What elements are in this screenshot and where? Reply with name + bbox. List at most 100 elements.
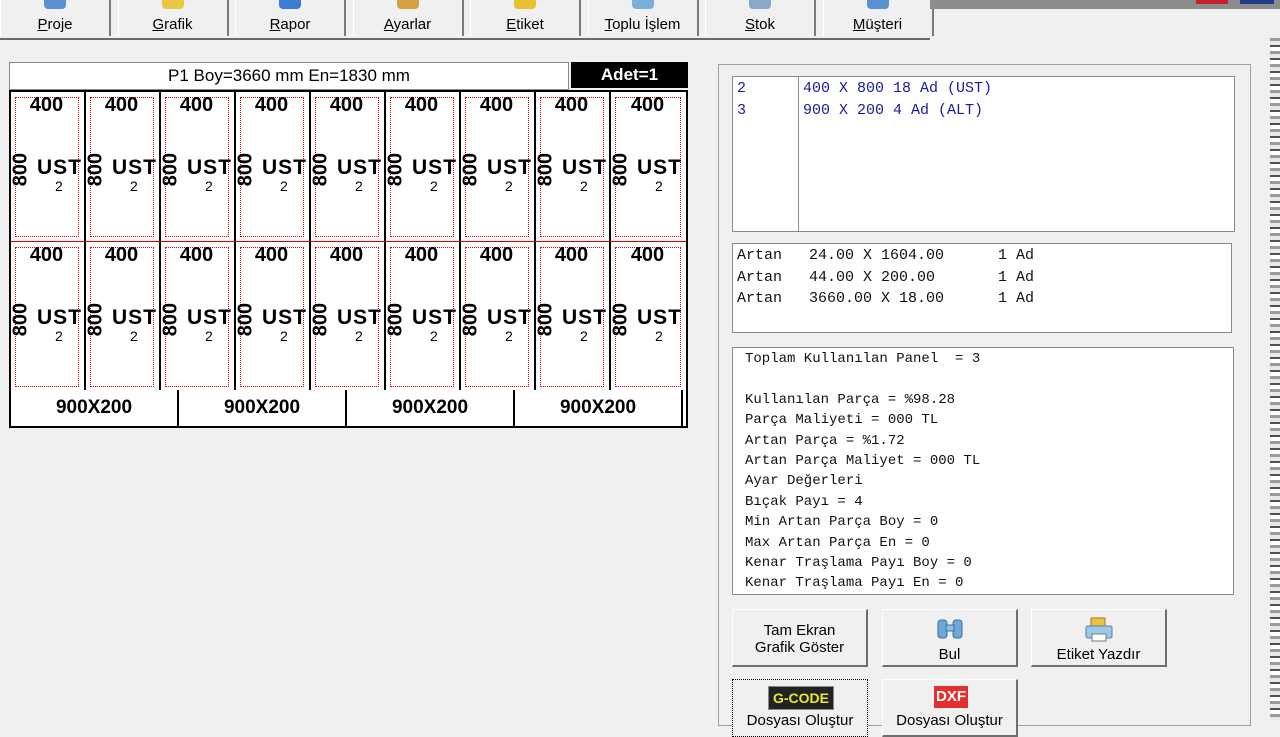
cutting-board[interactable]: 400 800 UST 2 400 800 UST 2 400 800 UST 2 400 800 UST 2… bbox=[9, 90, 688, 391]
part-height: 800 bbox=[459, 152, 482, 187]
print-label-button[interactable]: Etiket Yazdır bbox=[1031, 609, 1167, 667]
part-index: 2 bbox=[655, 328, 663, 344]
part-cell[interactable]: 400 800 UST 2 bbox=[609, 92, 686, 241]
panel-title: P1 Boy=3660 mm En=1830 mm bbox=[9, 62, 569, 90]
part-cell[interactable]: 400 800 UST 2 bbox=[459, 92, 536, 241]
summary-line: Ayar Değerleri bbox=[745, 473, 863, 490]
part-height: 800 bbox=[9, 152, 32, 187]
part-label: UST bbox=[487, 306, 532, 329]
part-index: 2 bbox=[130, 328, 138, 344]
part-cell[interactable]: 400 800 UST 2 bbox=[535, 92, 611, 241]
fullscreen-graphic-button[interactable]: Tam Ekran Grafik Göster bbox=[732, 609, 868, 667]
gcode-icon: G-CODE bbox=[768, 686, 834, 710]
part-cell[interactable]: 400 800 UST 2 bbox=[609, 242, 686, 391]
strip-piece[interactable]: 900X200 bbox=[179, 390, 347, 426]
button-label: Dosyası Oluştur bbox=[746, 712, 854, 729]
part-cell[interactable]: 400 800 UST 2 bbox=[9, 242, 86, 391]
part-width: 400 bbox=[29, 244, 64, 266]
part-width: 400 bbox=[479, 94, 514, 116]
part-cell[interactable]: 400 800 UST 2 bbox=[235, 242, 311, 391]
find-button[interactable]: Bul bbox=[882, 609, 1018, 667]
part-height: 800 bbox=[84, 152, 107, 187]
part-label: UST bbox=[37, 156, 82, 179]
toolbar-icon bbox=[514, 0, 536, 9]
summary-line: Max Artan Parça En = 0 bbox=[745, 534, 930, 551]
part-cell[interactable]: 400 800 UST 2 bbox=[459, 242, 536, 391]
part-label: UST bbox=[562, 306, 607, 329]
window-right-edge bbox=[1270, 38, 1280, 720]
part-index: 2 bbox=[355, 328, 363, 344]
part-id: 3 bbox=[737, 102, 747, 119]
strip-piece[interactable]: 900X200 bbox=[347, 390, 515, 426]
part-cell[interactable]: 400 800 UST 2 bbox=[534, 242, 611, 391]
summary-line: Kenar Traşlama Payı Boy = 0 bbox=[745, 555, 972, 571]
part-height: 800 bbox=[609, 152, 632, 187]
part-cell[interactable]: 400 800 UST 2 bbox=[160, 92, 236, 241]
toolbar-button-7[interactable]: Müşteri bbox=[822, 0, 934, 36]
strip-piece[interactable]: 900X200 bbox=[11, 390, 179, 426]
gcode-export-button[interactable]: G-CODE Dosyası Oluştur bbox=[732, 679, 868, 737]
part-width: 400 bbox=[630, 244, 665, 266]
part-cell[interactable]: 400 800 UST 2 bbox=[84, 92, 161, 241]
list-item[interactable]: Artan 3660.00 X 18.00 1 Ad bbox=[737, 288, 1034, 310]
quantity-badge: Adet=1 bbox=[571, 62, 688, 88]
toolbar-button-6[interactable]: Stok bbox=[705, 0, 816, 36]
part-width: 400 bbox=[404, 94, 439, 116]
toolbar-button-1[interactable]: Grafik bbox=[117, 0, 229, 36]
part-cell[interactable]: 400 800 UST 2 bbox=[234, 92, 311, 241]
toolbar-button-3[interactable]: Ayarlar bbox=[352, 0, 464, 36]
button-label: Tam Ekran bbox=[763, 622, 836, 639]
button-label: Bul bbox=[938, 646, 961, 663]
part-cell[interactable]: 400 800 UST 2 bbox=[310, 92, 386, 241]
dxf-export-button[interactable]: DXF Dosyası Oluştur bbox=[882, 679, 1018, 737]
button-label: Etiket Yazdır bbox=[1056, 646, 1141, 663]
summary-line: Bıçak Payı = 4 bbox=[745, 493, 863, 510]
part-height: 800 bbox=[234, 152, 257, 187]
part-cell[interactable]: 400 800 UST 2 bbox=[385, 242, 461, 391]
toolbar-icon bbox=[396, 0, 419, 9]
part-width: 400 bbox=[179, 94, 214, 116]
part-height: 800 bbox=[459, 302, 482, 337]
turkish-flag-icon[interactable] bbox=[1196, 0, 1228, 4]
toolbar-button-4[interactable]: Etiket bbox=[470, 0, 581, 36]
list-item[interactable]: Artan 24.00 X 1604.00 1 Ad bbox=[737, 245, 1034, 267]
part-cell[interactable]: 400 800 UST 2 bbox=[309, 242, 386, 391]
part-index: 2 bbox=[430, 328, 438, 344]
toolbar-button-5[interactable]: Toplu İşlem bbox=[587, 0, 699, 36]
button-label: Grafik Göster bbox=[754, 639, 845, 656]
english-flag-icon[interactable] bbox=[1240, 0, 1274, 4]
part-width: 400 bbox=[404, 244, 439, 266]
part-width: 400 bbox=[104, 244, 139, 266]
part-cell[interactable]: 400 800 UST 2 bbox=[160, 242, 236, 391]
part-label: UST bbox=[187, 306, 232, 329]
part-index: 2 bbox=[205, 328, 213, 344]
list-item[interactable]: Artan 44.00 X 200.00 1 Ad bbox=[737, 267, 1034, 289]
part-label: UST bbox=[262, 306, 307, 329]
part-index: 2 bbox=[55, 178, 63, 194]
part-width: 400 bbox=[479, 244, 514, 266]
part-cell[interactable]: 400 800 UST 2 bbox=[9, 92, 86, 241]
part-index: 2 bbox=[655, 178, 663, 194]
toolbar-button-label: Ayarlar bbox=[383, 16, 432, 33]
part-width: 400 bbox=[329, 94, 364, 116]
strip-piece[interactable]: 900X200 bbox=[515, 390, 683, 426]
column-divider bbox=[798, 77, 799, 231]
dxf-icon: DXF bbox=[934, 686, 968, 708]
part-height: 800 bbox=[384, 152, 407, 187]
part-height: 800 bbox=[9, 302, 32, 337]
toolbar-button-2[interactable]: Rapor bbox=[235, 0, 346, 36]
part-height: 800 bbox=[609, 302, 632, 337]
main-toolbar: Proje Grafik Rapor Ayarlar Etiket Toplu İşlem… bbox=[0, 0, 934, 40]
toolbar-button-0[interactable]: Proje bbox=[0, 0, 111, 36]
part-label: UST bbox=[37, 306, 82, 329]
part-label: UST bbox=[412, 306, 457, 329]
remnants-list[interactable]: Artan 24.00 X 1604.00 1 Ad Artan 44.00 X… bbox=[732, 243, 1232, 333]
part-width: 400 bbox=[254, 244, 289, 266]
part-cell[interactable]: 400 800 UST 2 bbox=[384, 92, 461, 241]
part-height: 800 bbox=[534, 302, 557, 337]
part-height: 800 bbox=[309, 302, 332, 337]
part-index: 2 bbox=[430, 178, 438, 194]
summary-line: Kenar Traşlama Payı En = 0 bbox=[745, 575, 964, 592]
part-cell[interactable]: 400 800 UST 2 bbox=[85, 242, 161, 391]
parts-list[interactable]: 2 400 X 800 18 Ad (UST) 3 900 X 200 4 Ad… bbox=[732, 76, 1235, 232]
